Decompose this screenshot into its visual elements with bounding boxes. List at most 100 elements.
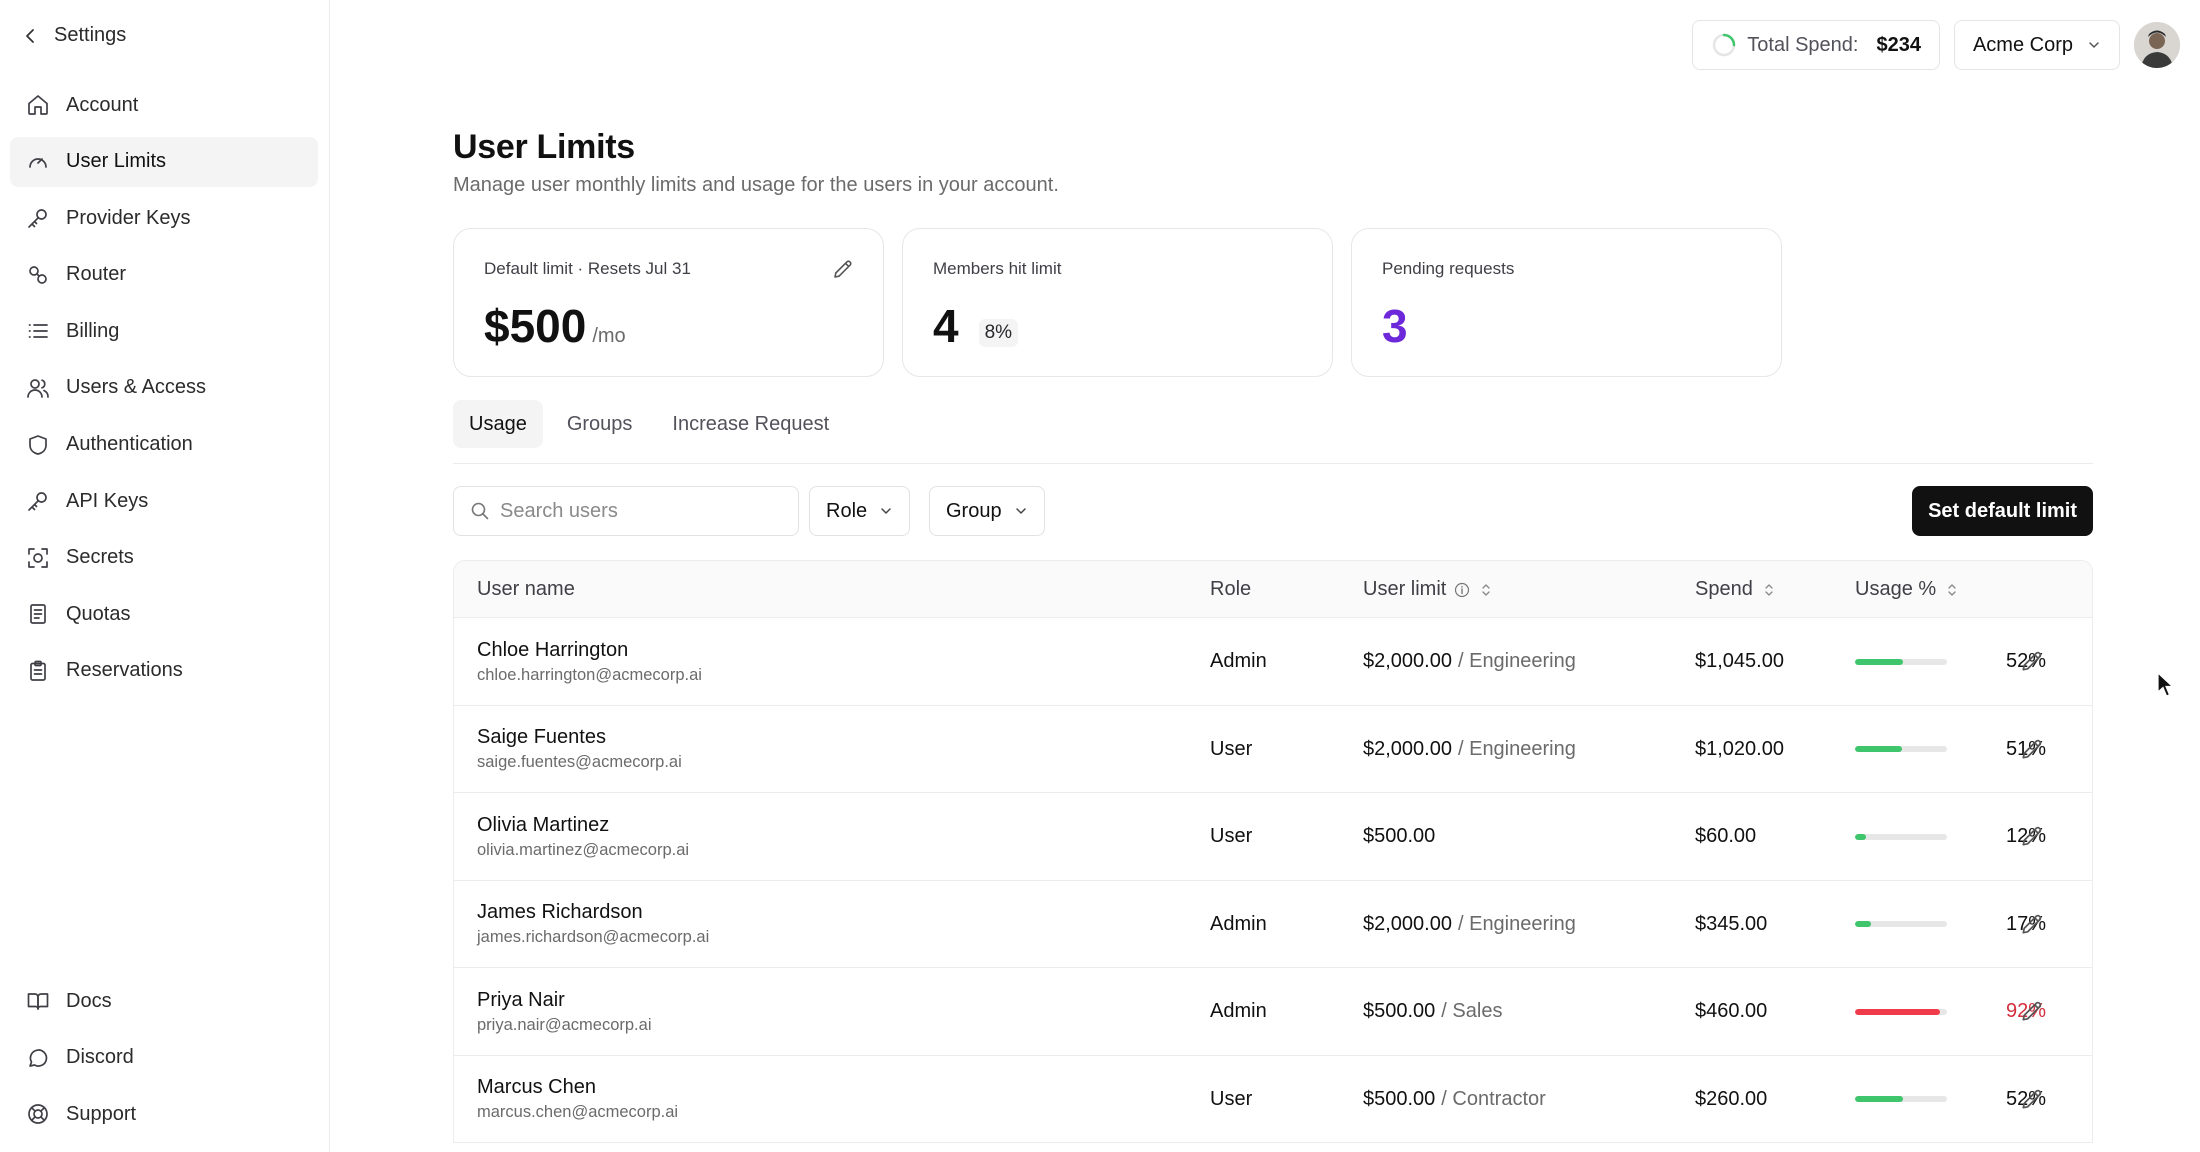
edit-limit-pencil-icon[interactable] (2019, 1086, 2045, 1112)
user-name-cell: Chloe Harrington chloe.harrington@acmeco… (477, 618, 702, 705)
sidebar-item-reservations[interactable]: Reservations (10, 646, 318, 696)
usage-bar (1855, 921, 1947, 927)
sidebar-item-users-access[interactable]: Users & Access (10, 363, 318, 413)
user-email: olivia.martinez@acmecorp.ai (477, 840, 690, 859)
user-role: Admin (1210, 650, 1267, 672)
page-title: User Limits (453, 128, 635, 166)
sidebar-item-secrets[interactable]: Secrets (10, 533, 318, 583)
edit-limit-pencil-icon[interactable] (2019, 911, 2045, 937)
pending-requests-label: Pending requests (1382, 259, 1515, 278)
user-name: Saige Fuentes (477, 726, 606, 748)
column-header-usage[interactable]: Usage % (1855, 561, 1960, 618)
user-name-cell: Saige Fuentes saige.fuentes@acmecorp.ai (477, 706, 682, 793)
column-header-spend[interactable]: Spend (1695, 561, 1777, 618)
avatar[interactable] (2134, 22, 2180, 68)
search-box[interactable] (453, 486, 799, 536)
total-spend-indicator[interactable]: Total Spend: $234 (1692, 20, 1940, 70)
sidebar-item-api-keys[interactable]: API Keys (10, 476, 318, 526)
gauge-icon (29, 157, 47, 168)
key-icon (28, 209, 47, 229)
sidebar-item-docs[interactable]: Docs (10, 976, 318, 1026)
usage-bar (1855, 1008, 1947, 1015)
role-filter-dropdown[interactable]: Role (809, 486, 911, 536)
user-name: James Richardson (477, 901, 643, 923)
user-limit-cell: $2,000.00 / Engineering (1363, 881, 1576, 968)
table-row[interactable]: Chloe Harrington chloe.harrington@acmeco… (454, 618, 2092, 706)
pending-requests-value-group: 3 (1382, 299, 1408, 353)
user-limit-cell: $500.00 (1363, 793, 1441, 880)
user-name: Chloe Harrington (477, 638, 629, 661)
search-input[interactable] (500, 499, 790, 523)
set-default-limit-button[interactable]: Set default limit (1912, 486, 2093, 536)
user-name: Olivia Martinez (477, 813, 610, 836)
sidebar-item-quotas[interactable]: Quotas (10, 589, 318, 639)
sidebar-item-user-limits[interactable]: User Limits (10, 136, 318, 187)
usage-bar-fill (1855, 921, 1871, 927)
sidebar-item-router[interactable]: Router (10, 250, 318, 300)
default-limit-value-group: $500 /mo (484, 299, 626, 353)
summary-cards: Default limit · Resets Jul 31 $500 /mo M… (453, 228, 1782, 377)
user-spend: $1,045.00 (1695, 650, 1784, 672)
sidebar-item-label: Account (66, 93, 139, 116)
chevron-left-icon (26, 28, 34, 43)
user-spend: $60.00 (1695, 825, 1757, 847)
tab-groups[interactable]: Groups (551, 400, 649, 448)
sidebar-item-provider-keys[interactable]: Provider Keys (10, 193, 318, 243)
user-role: User (1210, 1087, 1253, 1110)
usage-bar (1855, 1096, 1947, 1102)
user-limit-amount: $500.00 (1363, 825, 1436, 847)
tab-usage[interactable]: Usage (453, 400, 543, 448)
lifebuoy-icon (28, 1104, 48, 1125)
sidebar-item-authentication[interactable]: Authentication (10, 420, 318, 470)
secret-icon (28, 547, 48, 568)
column-header-user-name: User name (477, 561, 575, 618)
table-row[interactable]: Saige Fuentes saige.fuentes@acmecorp.ai … (454, 706, 2092, 793)
column-header-label: User name (477, 578, 575, 600)
mouse-cursor-icon (2157, 672, 2175, 697)
user-name-cell: Priya Nair priya.nair@acmecorp.ai (477, 968, 651, 1055)
edit-default-limit-pencil-icon[interactable] (831, 257, 855, 281)
sort-icon[interactable] (1944, 582, 1960, 598)
back-to-settings[interactable]: Settings (22, 24, 126, 47)
user-name-cell: Olivia Martinez olivia.martinez@acmecorp… (477, 793, 689, 880)
user-role: User (1210, 825, 1253, 847)
sidebar-item-discord[interactable]: Discord (10, 1033, 318, 1083)
members-hit-limit-card: Members hit limit 4 8% (902, 228, 1333, 377)
edit-limit-pencil-icon[interactable] (2019, 736, 2045, 762)
sort-icon[interactable] (1478, 582, 1494, 598)
chevron-down-icon (881, 508, 891, 514)
sidebar-item-support[interactable]: Support (10, 1089, 318, 1139)
usage-bar-fill (1855, 1008, 1940, 1015)
group-filter-dropdown[interactable]: Group (929, 486, 1045, 536)
sort-icon[interactable] (1761, 582, 1777, 598)
default-limit-value: $500 (484, 300, 587, 352)
edit-limit-pencil-icon[interactable] (2019, 648, 2045, 674)
usage-bar (1855, 833, 1947, 840)
table-body: Chloe Harrington chloe.harrington@acmeco… (454, 618, 2092, 1143)
pending-requests-value: 3 (1382, 300, 1408, 352)
edit-limit-pencil-icon[interactable] (2019, 998, 2045, 1024)
table-row[interactable]: James Richardson james.richardson@acmeco… (454, 881, 2092, 968)
user-spend: $1,020.00 (1695, 737, 1784, 760)
user-name-cell: James Richardson james.richardson@acmeco… (477, 881, 709, 968)
info-icon[interactable] (1454, 582, 1470, 598)
column-header-user-limit[interactable]: User limit (1363, 561, 1494, 618)
user-spend: $260.00 (1695, 1087, 1768, 1110)
table-row[interactable]: Marcus Chen marcus.chen@acmecorp.ai User… (454, 1056, 2092, 1143)
edit-limit-pencil-icon[interactable] (2019, 823, 2045, 849)
members-hit-value-group: 4 8% (933, 299, 1019, 353)
progress-ring-icon (1713, 33, 1736, 57)
sidebar-item-billing[interactable]: Billing (10, 306, 318, 356)
page-subtitle: Manage user monthly limits and usage for… (453, 174, 1059, 196)
tab-increase-request[interactable]: Increase Request (656, 400, 845, 448)
table-row[interactable]: Olivia Martinez olivia.martinez@acmecorp… (454, 793, 2092, 881)
column-header-role: Role (1210, 561, 1251, 618)
org-switcher[interactable]: Acme Corp (1953, 20, 2120, 70)
user-avatar-icon (2134, 22, 2180, 68)
sidebar-item-label: Secrets (66, 546, 134, 569)
clipboard-icon (30, 660, 46, 681)
table-row[interactable]: Priya Nair priya.nair@acmecorp.ai Admin … (454, 968, 2092, 1056)
sidebar-item-account[interactable]: Account (10, 80, 318, 130)
members-hit-value: 4 (933, 300, 959, 352)
tab-bar: Usage Groups Increase Request (453, 400, 2093, 464)
